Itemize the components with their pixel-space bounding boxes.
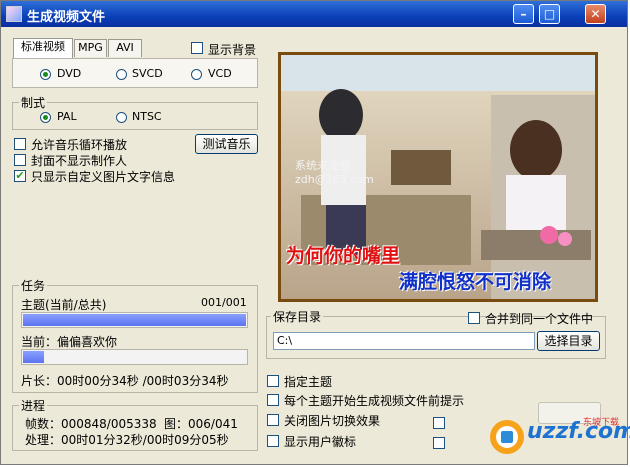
theme-count-label: 主题(当前/总共) [21,298,107,312]
minimize-icon: – [520,7,527,21]
prompt-each-label: 每个主题开始生成视频文件前提示 [284,394,465,408]
tv-system-label: 制式 [19,94,48,111]
specify-theme-label: 指定主题 [284,375,333,389]
disable-transition-checkbox[interactable] [267,414,279,426]
app-icon [6,6,22,22]
radio-ntsc-label: NTSC [132,110,162,123]
tab-label: 标准视频 [21,40,65,53]
custom-caption-only-checkbox[interactable]: ✔ [14,170,26,182]
window-title: 生成视频文件 [27,10,106,25]
lyric-line1: 为何你的嘴里 [286,245,401,267]
radio-vcd[interactable] [191,69,202,80]
radio-pal[interactable] [40,112,51,123]
radio-svcd-label: SVCD [132,67,163,80]
theme-progress-fill [23,314,246,326]
show-user-logo-checkbox[interactable] [267,435,279,447]
choose-directory-button[interactable]: 选择目录 [537,331,600,351]
minimize-button[interactable]: – [513,4,534,24]
hide-author-label: 封面不显示制作人 [31,154,128,168]
site-logo: uzzf.com 东坡下载 [487,415,630,459]
generate-video-window: 生成视频文件 – □ ✕ 标准视频 MPG AVI 显示背景 DVD SVCD … [0,0,630,465]
maximize-button[interactable]: □ [539,4,560,24]
radio-dvd[interactable] [40,69,51,80]
close-button[interactable]: ✕ [585,4,606,24]
close-icon: ✕ [590,7,601,21]
tab-label: MPG [78,41,103,54]
lyric-line2: 满腔恨怒不可消除 [399,271,552,293]
prompt-each-checkbox[interactable] [267,394,279,406]
watermark-line1: 系统未注册 [295,159,350,172]
length-label: 片长：00时00分34秒 /00时03分34秒 [21,374,229,388]
custom-caption-only-label: 只显示自定义图片文字信息 [31,170,176,184]
radio-vcd-label: VCD [208,67,232,80]
show-background-label: 显示背景 [208,43,257,57]
show-user-logo-label: 显示用户徽标 [284,435,357,449]
check-mark-icon: ✔ [15,169,25,182]
theme-progress-bar [21,312,248,328]
hidden-option-checkbox-2[interactable] [433,437,445,449]
specify-theme-checkbox[interactable] [267,375,279,387]
hide-author-checkbox[interactable] [14,154,26,166]
save-dir-label: 保存目录 [271,308,324,325]
tab-avi[interactable]: AVI [108,39,142,57]
frames-label: 帧数：000848/005338 [25,417,157,431]
loop-music-checkbox[interactable] [14,138,26,150]
maximize-icon: □ [543,7,556,21]
video-preview: 系统未注册 zdh@163.com 为何你的嘴里 满腔恨怒不可消除 [278,52,598,302]
current-theme-label: 当前：偏偏喜欢你 [21,335,118,349]
radio-dvd-label: DVD [57,67,82,80]
current-progress-fill [23,351,44,363]
processing-time-label: 处理：00时01分32秒/00时09分05秒 [25,433,229,447]
title-bar[interactable]: 生成视频文件 – □ ✕ [1,1,627,27]
hidden-option-checkbox-1[interactable] [433,417,445,429]
disable-transition-label: 关闭图片切换效果 [284,414,381,428]
watermark-line2: zdh@163.com [295,173,374,186]
radio-ntsc[interactable] [116,112,127,123]
loop-music-label: 允许音乐循环播放 [31,138,128,152]
task-label: 任务 [19,277,48,294]
tab-mpg[interactable]: MPG [74,39,107,57]
radio-pal-label: PAL [57,110,77,123]
site-logo-subtext: 东坡下载 [583,418,620,428]
tab-label: AVI [116,41,134,54]
images-label: 图：006/041 [164,417,238,431]
merge-checkbox[interactable] [468,312,480,324]
save-path-input[interactable]: C:\ [273,332,535,350]
progress-label: 进程 [19,397,48,414]
show-background-checkbox[interactable] [191,42,203,54]
theme-count-value: 001/001 [201,296,247,309]
radio-svcd[interactable] [116,69,127,80]
test-music-button[interactable]: 测试音乐 [195,134,258,154]
merge-label: 合并到同一个文件中 [485,312,594,326]
current-progress-bar [21,349,248,365]
tab-standard-video[interactable]: 标准视频 [13,38,73,58]
